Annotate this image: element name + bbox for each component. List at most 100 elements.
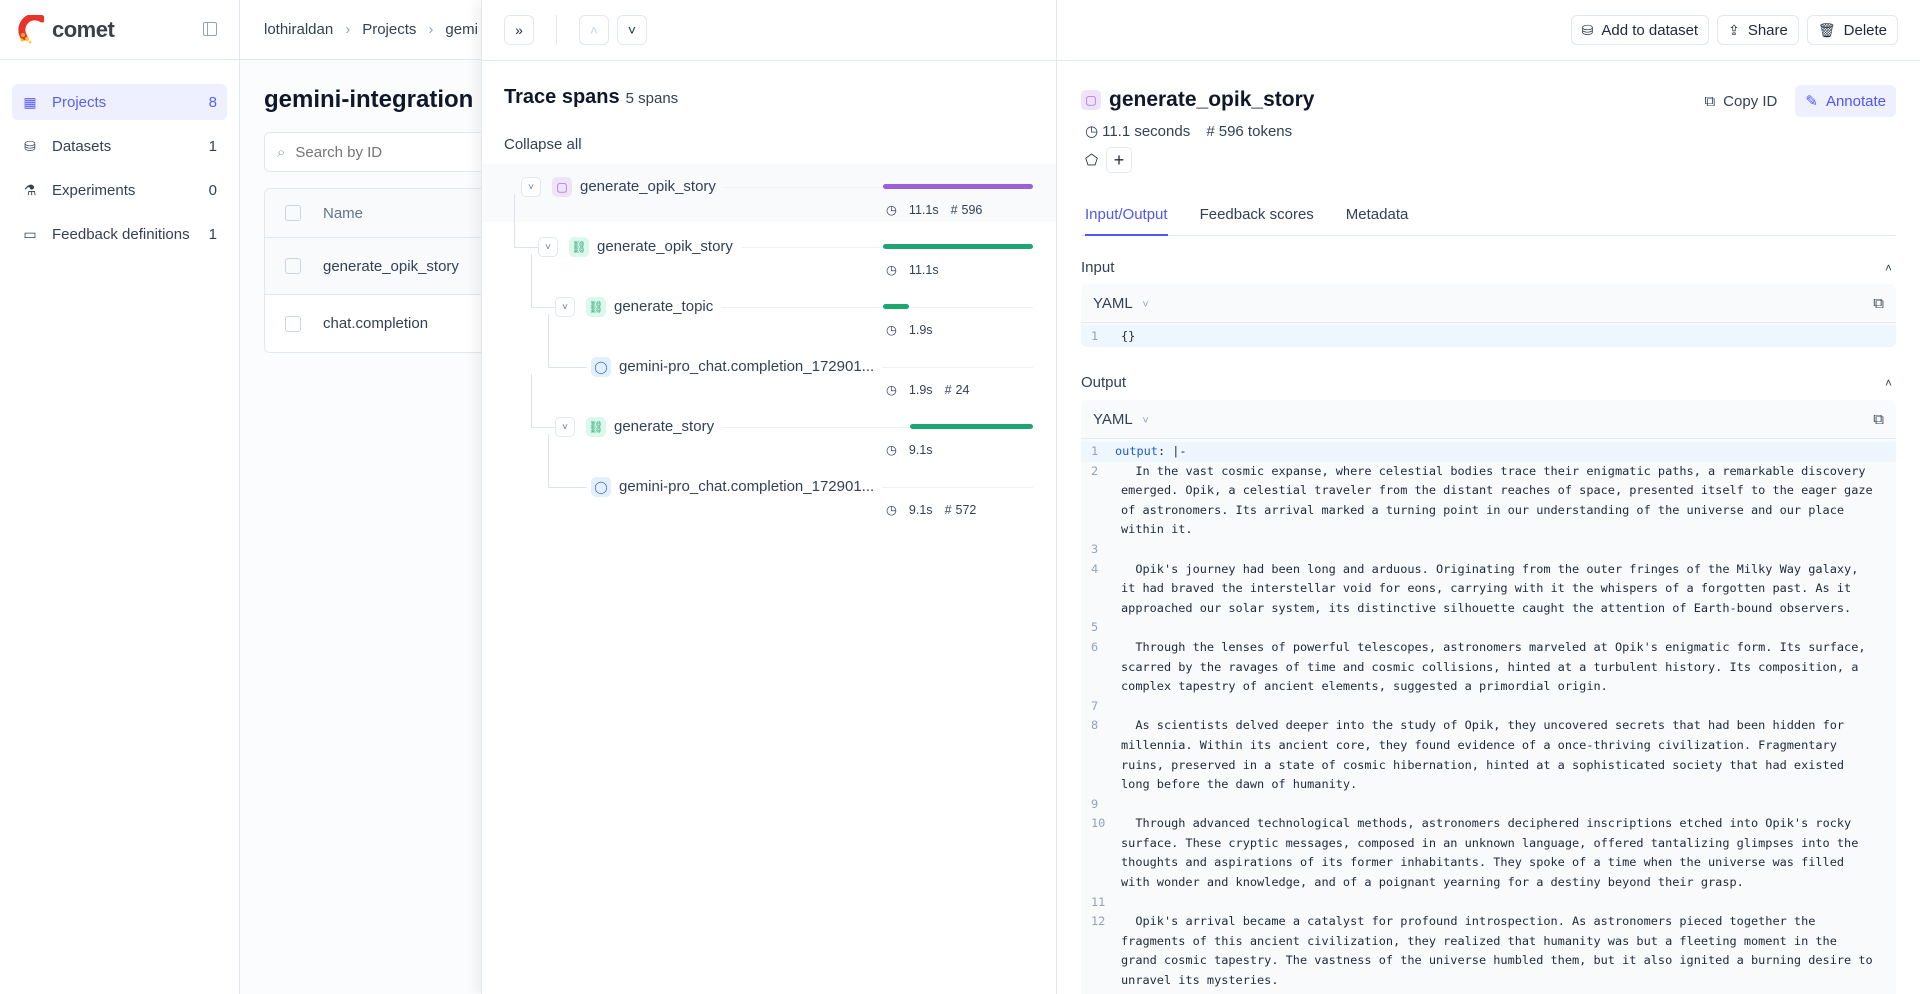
trace-icon: ▢: [1081, 90, 1101, 110]
copy-icon: ⧉: [1704, 92, 1716, 110]
chevron-down-icon: ˅: [1142, 414, 1149, 427]
clock-icon: ◷: [886, 443, 897, 457]
span-duration: 9.1s: [908, 503, 933, 517]
clock-icon: ◷: [886, 503, 897, 517]
format-select[interactable]: YAML ˅: [1093, 295, 1149, 312]
tag-icon: ⬠: [1085, 152, 1099, 169]
sidebar-item-label: Feedback definitions: [52, 225, 190, 243]
chevrons-right-icon: »: [515, 22, 523, 38]
trash-icon: 🗑: [1817, 21, 1836, 38]
breadcrumb-projects[interactable]: Projects: [362, 21, 416, 38]
input-code-block: YAML ˅ ⧉ 1 {}: [1081, 284, 1896, 347]
span-name: gemini-pro_chat.completion_172901...: [619, 358, 883, 375]
annotate-button[interactable]: ✎ Annotate: [1795, 85, 1896, 117]
span-row[interactable]: ˅ ⛓ generate_opik_story ◷ 11.1s: [482, 224, 1056, 282]
chevron-up-icon[interactable]: ˄: [1885, 376, 1892, 390]
button-label: Annotate: [1825, 92, 1886, 110]
span-row[interactable]: ◯ gemini-pro_chat.completion_172901... ◷ 1.…: [482, 344, 1056, 402]
code-text: In the vast cosmic expanse, where celest…: [1121, 463, 1880, 537]
token-count: 596 tokens: [1218, 123, 1293, 140]
span-timeline-bar: [910, 424, 1033, 429]
span-meta: ◷ 11.1 seconds #596 tokens: [1085, 122, 1304, 140]
tree-connector: [531, 374, 532, 428]
sidebar-item-experiments[interactable]: ⚗ Experiments 0: [12, 172, 227, 208]
copy-icon[interactable]: ⧉: [1873, 411, 1884, 428]
line-number: 12: [1091, 914, 1106, 929]
row-checkbox[interactable]: [285, 315, 301, 332]
logo[interactable]: comet: [0, 0, 239, 60]
tab-input-output[interactable]: Input/Output: [1085, 202, 1168, 236]
output-section-label[interactable]: Output: [1081, 374, 1126, 391]
search-input[interactable]: [295, 143, 495, 161]
breadcrumb-project[interactable]: gemi: [445, 21, 478, 38]
span-name: generate_opik_story: [580, 178, 724, 195]
chevron-down-icon[interactable]: ˅: [538, 237, 558, 257]
column-header-name[interactable]: Name: [323, 205, 363, 222]
sidebar-item-projects[interactable]: ▦ Projects 8: [12, 84, 227, 120]
row-checkbox[interactable]: [285, 258, 301, 274]
sidebar-item-count: 0: [208, 181, 217, 199]
sidebar-item-datasets[interactable]: ⛁ Datasets 1: [12, 128, 227, 164]
trace-icon: ▢: [552, 177, 572, 197]
logo-text: comet: [52, 16, 115, 42]
line-number: 4: [1091, 561, 1099, 576]
span-tokens: 572: [955, 503, 977, 517]
code-editor[interactable]: 1 output: |- 2 In the vast cosmic expanse…: [1081, 442, 1896, 991]
close-panel-button[interactable]: »: [504, 15, 534, 45]
hash-icon: #: [1206, 123, 1215, 140]
span-name: gemini-pro_chat.completion_172901...: [619, 478, 883, 495]
input-section-label[interactable]: Input: [1081, 259, 1114, 276]
sidebar-item-count: 8: [208, 93, 217, 111]
share-button[interactable]: ⇪ Share: [1717, 15, 1799, 45]
span-row[interactable]: ˅ ▢ generate_opik_story ◷ 11.1s #596: [482, 164, 1056, 222]
clock-icon: ◷: [886, 323, 897, 337]
code-line: 10 Through advanced technological method…: [1081, 814, 1896, 892]
span-row[interactable]: ◯ gemini-pro_chat.completion_172901... ◷ 9.…: [482, 464, 1056, 522]
tab-metadata[interactable]: Metadata: [1346, 202, 1409, 236]
span-row[interactable]: ˅ ⛓ generate_topic ◷ 1.9s: [482, 284, 1056, 342]
span-count: 5 spans: [625, 90, 679, 107]
code-text[interactable]: {}: [1109, 325, 1875, 347]
collapse-sidebar-icon[interactable]: [203, 22, 217, 36]
previous-trace-button[interactable]: ˄: [579, 15, 609, 45]
button-label: Delete: [1843, 21, 1887, 39]
yaml-key: output: [1115, 444, 1158, 458]
message-circle-icon: ◯: [591, 357, 611, 377]
copy-icon[interactable]: ⧉: [1873, 295, 1884, 312]
next-trace-button[interactable]: ˅: [617, 15, 647, 45]
chevron-down-icon[interactable]: ˅: [555, 297, 575, 317]
hash-icon: #: [950, 203, 958, 217]
span-meta: ◷ 1.9s #24: [886, 382, 981, 397]
span-actions: ⧉ Copy ID ✎ Annotate: [1696, 85, 1896, 117]
button-label: Share: [1747, 21, 1788, 39]
add-tag-button[interactable]: +: [1106, 147, 1133, 173]
select-all-checkbox[interactable]: [285, 205, 301, 221]
line-number: 3: [1091, 541, 1099, 556]
sidebar-item-feedback-definitions[interactable]: ▭ Feedback definitions 1: [12, 216, 227, 252]
copy-id-button[interactable]: ⧉ Copy ID: [1696, 85, 1785, 117]
add-to-dataset-button[interactable]: ⛁ Add to dataset: [1570, 15, 1710, 45]
collapse-all-button[interactable]: Collapse all: [504, 136, 582, 153]
code-line: 6 Through the lenses of powerful telesco…: [1081, 638, 1896, 697]
code-text: As scientists delved deeper into the stu…: [1121, 718, 1852, 792]
breadcrumb-workspace[interactable]: lothiraldan: [264, 21, 333, 38]
span-name: generate_opik_story: [597, 238, 741, 255]
span-meta: ◷ 1.9s: [886, 322, 945, 337]
span-title: ▢ generate_opik_story: [1081, 88, 1314, 112]
link-icon: ⛓: [586, 417, 606, 437]
code-line: 4 Opik's journey had been long and arduo…: [1081, 560, 1896, 619]
format-select[interactable]: YAML ˅: [1093, 411, 1149, 428]
tab-feedback-scores[interactable]: Feedback scores: [1200, 202, 1314, 236]
pencil-icon: ✎: [1805, 93, 1818, 110]
clock-icon: ◷: [886, 383, 897, 397]
chevron-down-icon[interactable]: ˅: [555, 417, 575, 437]
chevron-up-icon[interactable]: ˄: [1885, 261, 1892, 275]
delete-button[interactable]: 🗑 Delete: [1806, 15, 1898, 45]
code-line: 1 {}: [1081, 325, 1896, 347]
code-line: 1 output: |-: [1081, 442, 1896, 462]
span-row[interactable]: ˅ ⛓ generate_story ◷ 9.1s: [482, 404, 1056, 462]
trace-toolbar: » ˄ ˅: [482, 0, 1056, 61]
chevron-down-icon[interactable]: ˅: [521, 177, 541, 197]
